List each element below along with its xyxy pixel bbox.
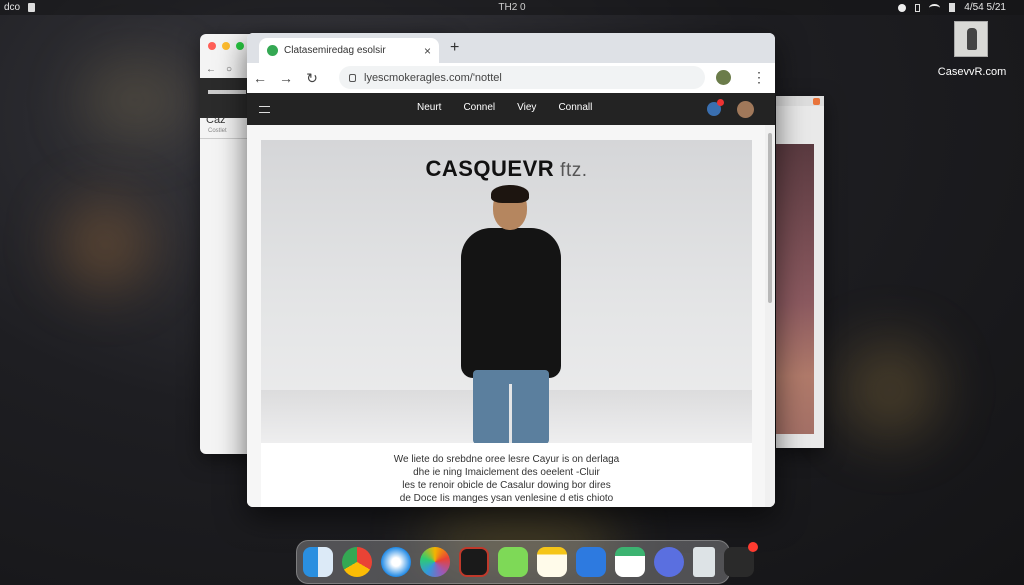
photos-icon[interactable] xyxy=(420,547,450,577)
battery-icon[interactable] xyxy=(949,3,956,12)
trash-icon[interactable] xyxy=(693,547,715,577)
figure-icon xyxy=(967,28,977,50)
caption-line: les te renoir obicle de Casalur dowing b… xyxy=(402,480,611,491)
keynote-icon[interactable] xyxy=(576,547,606,577)
dock xyxy=(296,540,758,584)
background-bokeh xyxy=(840,340,940,440)
scrollbar-thumb[interactable] xyxy=(768,133,772,303)
bluetooth-icon[interactable] xyxy=(915,3,921,12)
new-tab-button[interactable]: + xyxy=(450,39,459,57)
favicon-icon xyxy=(267,45,278,56)
desktop-file-icon[interactable] xyxy=(954,21,988,57)
brand-name: CASQUEVR xyxy=(425,156,555,181)
user-avatar[interactable] xyxy=(737,101,754,118)
hoodie xyxy=(461,228,561,378)
window-badge-icon xyxy=(813,98,820,105)
caption-line: We liete do srebdne oree lesre Cayur is … xyxy=(393,454,620,465)
reload-icon[interactable]: ○ xyxy=(226,64,232,75)
nav-link[interactable]: Connall xyxy=(558,102,592,113)
menu-bar: dco TH2 0 4/54 5/21 xyxy=(0,0,1024,15)
address-bar[interactable]: lyescmokeragles.com/'nottel xyxy=(339,66,705,89)
browser-toolbar: ← → ↻ lyescmokeragles.com/'nottel ⋮ xyxy=(247,63,775,93)
back-window-subtitle: Costlet xyxy=(208,128,227,134)
messages-icon[interactable] xyxy=(498,547,528,577)
reload-button[interactable]: ↻ xyxy=(299,70,325,87)
notes-icon[interactable] xyxy=(537,547,567,577)
chrome-icon[interactable] xyxy=(342,547,372,577)
menubar-center-text: TH2 0 xyxy=(498,2,526,13)
hero-image: CASQUEVR ftz. xyxy=(261,140,752,443)
tab-close-icon[interactable]: × xyxy=(424,44,431,58)
caption-text: We liete do srebdne oree lesre Cayur is … xyxy=(261,443,752,507)
model-figure xyxy=(451,185,571,443)
calendar-icon[interactable] xyxy=(615,547,645,577)
browser-tab[interactable]: Clatasemiredag esolsir × xyxy=(259,38,439,63)
back-window-nav: ← ○ xyxy=(206,64,232,75)
site-navbar: Neurt Connel Viey Connall xyxy=(247,93,775,125)
background-bokeh xyxy=(60,200,150,290)
url-text[interactable]: lyescmokeragles.com/'nottel xyxy=(364,72,502,84)
background-photo-window[interactable] xyxy=(776,96,824,448)
topbar-text-bar xyxy=(208,90,246,94)
brand-suffix: ftz. xyxy=(560,160,588,181)
zoom-window-button[interactable] xyxy=(236,42,244,50)
forward-button[interactable]: → xyxy=(273,70,299,86)
camera-icon[interactable] xyxy=(724,542,758,577)
sunset-photo xyxy=(776,144,814,434)
minimize-window-button[interactable] xyxy=(222,42,230,50)
close-window-button[interactable] xyxy=(208,42,216,50)
wifi-icon[interactable] xyxy=(929,3,941,12)
page-content: CASQUEVR ftz. We liete do srebdne oree le… xyxy=(247,125,765,507)
game-icon[interactable] xyxy=(459,547,489,577)
notification-bell-icon[interactable] xyxy=(707,99,724,116)
tab-strip: Clatasemiredag esolsir × + xyxy=(247,33,775,63)
back-button[interactable]: ← xyxy=(247,70,273,86)
caption-line: de Doce Iis manges ysan venlesine d etis… xyxy=(399,493,614,504)
brand-logo: CASQUEVR ftz. xyxy=(261,156,752,182)
back-window-title: Caz xyxy=(206,114,226,126)
hamburger-menu-icon[interactable] xyxy=(259,106,270,113)
scrollbar[interactable] xyxy=(765,125,775,507)
status-icon[interactable] xyxy=(898,3,907,12)
site-nav-links: Neurt Connel Viey Connall xyxy=(417,102,592,113)
hair xyxy=(491,185,529,203)
notification-badge xyxy=(717,99,724,106)
app-badge xyxy=(748,542,758,552)
clock[interactable]: 4/54 5/21 xyxy=(964,2,1006,13)
finder-icon[interactable] xyxy=(303,547,333,577)
lock-icon[interactable] xyxy=(349,73,356,82)
back-arrow-icon[interactable]: ← xyxy=(206,64,216,75)
caption-line: dhe ie ning Imaiclement des oeelent -Clu… xyxy=(413,467,600,478)
jeans xyxy=(473,370,549,443)
profile-avatar-button[interactable] xyxy=(716,70,731,85)
safari-icon[interactable] xyxy=(381,547,411,577)
window-controls xyxy=(208,42,244,50)
background-bokeh xyxy=(80,60,190,140)
desktop-icon-label[interactable]: CasevvR.com xyxy=(932,66,1012,78)
browser-menu-button[interactable]: ⋮ xyxy=(752,69,766,86)
main-browser-window[interactable]: Clatasemiredag esolsir × + ← → ↻ lyescmo… xyxy=(247,33,775,507)
tab-title: Clatasemiredag esolsir xyxy=(284,45,386,56)
nav-link[interactable]: Neurt xyxy=(417,102,441,113)
nav-link[interactable]: Connel xyxy=(463,102,495,113)
app-store-icon[interactable] xyxy=(654,547,684,577)
nav-link[interactable]: Viey xyxy=(517,102,536,113)
